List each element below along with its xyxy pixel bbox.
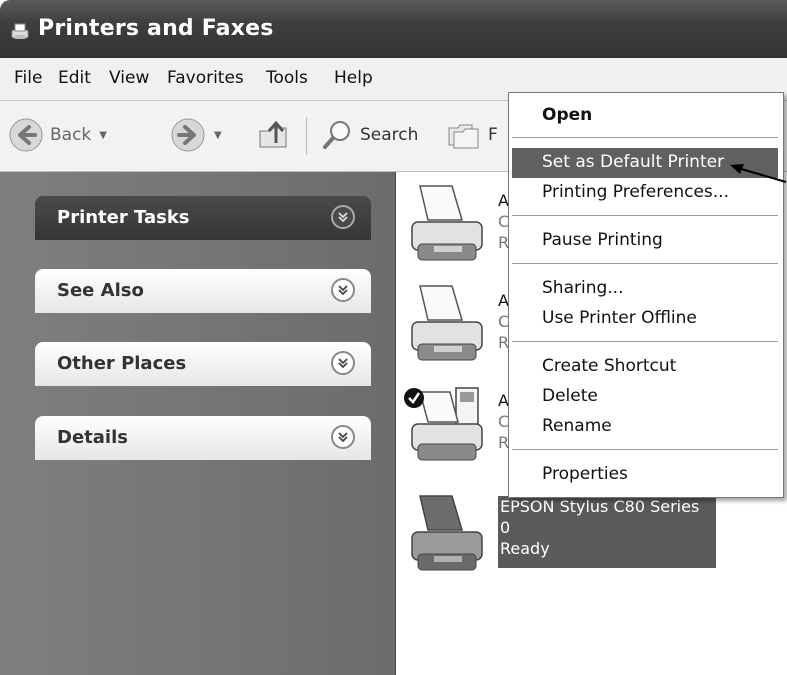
window-title: Printers and Faxes: [38, 16, 274, 41]
panel-title: Printer Tasks: [57, 207, 190, 228]
panel-title: Other Places: [57, 353, 187, 374]
forward-dropdown-icon[interactable]: ▼: [214, 130, 222, 141]
forward-button[interactable]: ▼: [170, 115, 222, 155]
title-bar[interactable]: Printers and Faxes: [0, 0, 787, 58]
menu-help[interactable]: Help: [334, 68, 373, 88]
panel-see-also[interactable]: See Also: [35, 269, 371, 313]
menu-separator: [512, 449, 778, 450]
expand-chevron-icon[interactable]: [331, 278, 355, 302]
panel-other-places[interactable]: Other Places: [35, 342, 371, 386]
printer-docs-count: 0: [500, 518, 511, 537]
menu-delete[interactable]: Delete: [512, 382, 778, 412]
search-button[interactable]: Search: [320, 115, 418, 155]
menu-separator: [512, 263, 778, 264]
panel-details[interactable]: Details: [35, 416, 371, 460]
menu-rename[interactable]: Rename: [512, 412, 778, 442]
folders-button[interactable]: F: [446, 115, 498, 155]
toolbar-separator: [306, 117, 307, 155]
task-pane: Printer Tasks See Also Other Places Deta…: [0, 172, 396, 675]
printer-icon[interactable]: [404, 488, 489, 578]
back-button[interactable]: Back ▼: [8, 115, 107, 155]
panel-title: See Also: [57, 280, 144, 301]
printers-and-faxes-window: Printers and Faxes File Edit View Favori…: [0, 0, 787, 675]
back-arrow-icon: [9, 118, 43, 152]
printer-icon[interactable]: [404, 278, 489, 368]
panel-title: Details: [57, 427, 128, 448]
context-menu: Open Set as Default Printer Printing Pre…: [508, 92, 784, 498]
menu-pause-printing[interactable]: Pause Printing: [512, 226, 778, 256]
back-dropdown-icon[interactable]: ▼: [99, 130, 107, 141]
menu-file[interactable]: File: [14, 68, 42, 88]
menu-properties[interactable]: Properties: [512, 460, 778, 490]
printer-status: Ready: [500, 539, 550, 558]
search-icon: [323, 121, 350, 149]
menu-open[interactable]: Open: [512, 101, 778, 131]
folders-label: F: [488, 125, 498, 145]
default-printer-fax-icon[interactable]: [404, 378, 489, 468]
up-folder-button[interactable]: [256, 115, 292, 155]
selected-printer-name[interactable]: EPSON Stylus C80 Series 0 Ready: [498, 496, 716, 568]
menu-sharing[interactable]: Sharing...: [512, 274, 778, 304]
folders-icon: [448, 124, 479, 149]
back-label: Back: [50, 125, 92, 145]
menu-edit[interactable]: Edit: [58, 68, 91, 88]
printer-icon[interactable]: [404, 178, 489, 268]
menu-separator: [512, 137, 778, 138]
up-folder-icon: [259, 120, 287, 148]
menu-view[interactable]: View: [109, 68, 149, 88]
menu-tools[interactable]: Tools: [266, 68, 308, 88]
menu-use-printer-offline[interactable]: Use Printer Offline: [512, 304, 778, 334]
search-label: Search: [360, 125, 419, 145]
menu-create-shortcut[interactable]: Create Shortcut: [512, 352, 778, 382]
expand-chevron-icon[interactable]: [331, 425, 355, 449]
expand-chevron-icon[interactable]: [331, 351, 355, 375]
printer-name-text: EPSON Stylus C80 Series: [500, 497, 700, 516]
menu-separator: [512, 215, 778, 216]
forward-arrow-icon: [171, 118, 205, 152]
menu-favorites[interactable]: Favorites: [167, 68, 244, 88]
expand-chevron-icon[interactable]: [331, 205, 355, 229]
pointer-arrow-icon: [730, 164, 787, 183]
menu-separator: [512, 341, 778, 342]
printers-folder-icon: [11, 23, 29, 39]
panel-printer-tasks[interactable]: Printer Tasks: [35, 196, 371, 240]
